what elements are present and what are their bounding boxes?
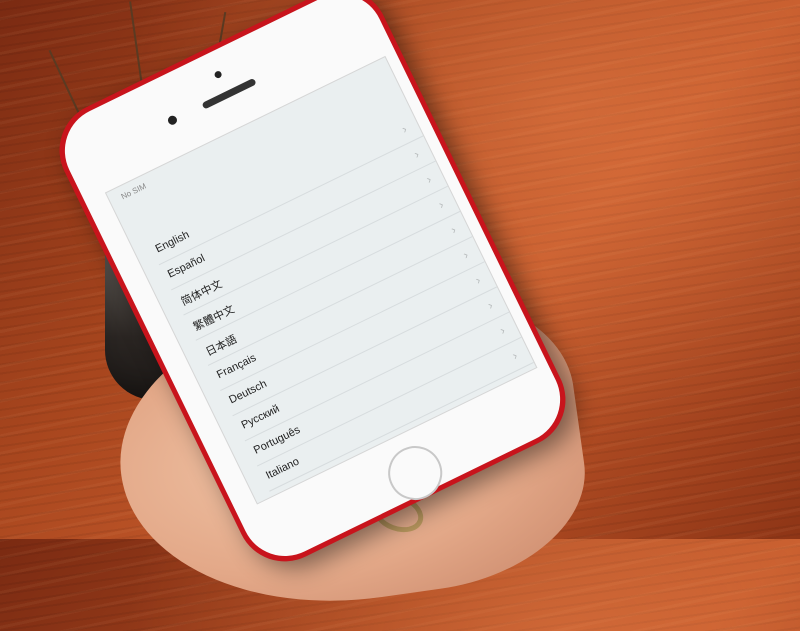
chevron-right-icon: › — [448, 222, 459, 237]
front-camera — [213, 69, 223, 80]
chevron-right-icon: › — [509, 348, 520, 363]
earpiece-speaker — [201, 77, 257, 110]
chevron-right-icon: › — [411, 146, 422, 162]
chevron-right-icon: › — [485, 297, 496, 313]
chevron-right-icon: › — [522, 373, 532, 388]
chevron-right-icon: › — [460, 247, 471, 262]
proximity-sensor — [166, 114, 179, 127]
chevron-right-icon: › — [423, 172, 434, 187]
chevron-right-icon: › — [473, 272, 483, 288]
chevron-right-icon: › — [497, 323, 508, 338]
language-label: 한국어 — [277, 485, 311, 505]
chevron-right-icon: › — [436, 197, 446, 212]
carrier-status: No SIM — [119, 181, 148, 202]
chevron-right-icon: › — [399, 121, 410, 137]
